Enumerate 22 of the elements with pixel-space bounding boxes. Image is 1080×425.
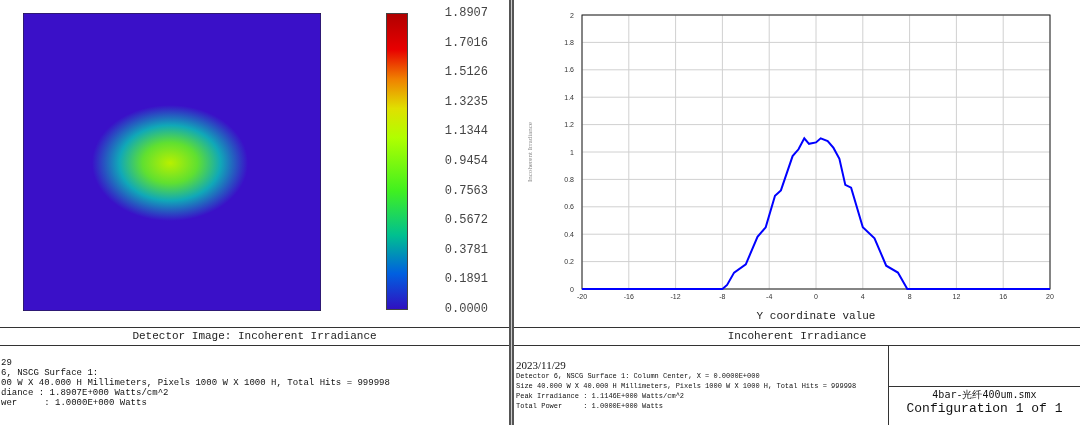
file-name: 4bar-光纤400um.smx: [932, 389, 1037, 401]
info-line: wer : 1.0000E+000 Watts: [1, 398, 148, 408]
colorbar-label: 0.5672: [444, 213, 488, 228]
colorbar-label: 1.8907: [444, 6, 488, 20]
panel-title: Incoherent Irradiance: [727, 329, 867, 345]
date-text: 2023/11/29: [516, 359, 567, 371]
colorbar-label: 1.7016: [444, 35, 488, 50]
configuration-text: Configuration 1 of 1: [906, 401, 1063, 416]
info-line: diance : 1.8907E+000 Watts/cm^2: [1, 388, 170, 398]
info-line: 29: [1, 358, 13, 368]
info-line: 00 W X 40.000 H Millimeters, Pixels 1000 W X 1000 H, Total Hits = 999998: [1, 378, 391, 388]
info-line: 6, NSCG Surface 1:: [1, 368, 100, 378]
x-axis-label: Y coordinate value: [756, 310, 876, 322]
colorbar-label: 0.1891: [444, 272, 488, 287]
colorbar-label: 0.9454: [444, 153, 488, 168]
colorbar-label: 0.7563: [444, 183, 488, 198]
colorbar-label: 0.0000: [444, 301, 488, 316]
colorbar-label: 1.3235: [444, 94, 488, 109]
colorbar-label: 0.3781: [444, 242, 488, 257]
colorbar-label: 1.5126: [444, 65, 488, 80]
panel-title: Detector Image: Incoherent Irradiance: [132, 329, 377, 345]
colorbar-label: 1.1344: [444, 124, 488, 139]
